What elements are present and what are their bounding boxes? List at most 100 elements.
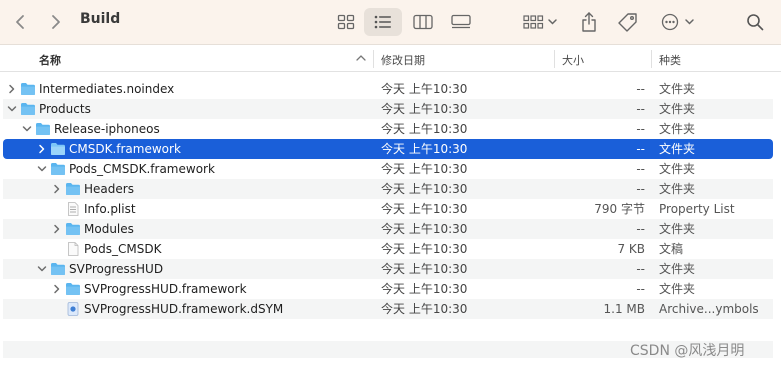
file-name: Intermediates.noindex <box>39 82 175 96</box>
list-item[interactable]: Release-iphoneos 今天 上午10:30 -- 文件夹 <box>3 119 773 139</box>
folder-icon <box>50 162 66 176</box>
chevron-right-icon[interactable] <box>44 8 68 36</box>
list-item[interactable]: Intermediates.noindex 今天 上午10:30 -- 文件夹 <box>3 79 773 99</box>
chevron-down-icon[interactable] <box>6 103 18 115</box>
chevron-down-icon[interactable] <box>21 123 33 135</box>
folder-icon <box>50 262 66 276</box>
file-name: Pods_CMSDK <box>84 242 162 256</box>
file-date: 今天 上午10:30 <box>381 222 468 236</box>
file-size: -- <box>636 82 645 96</box>
file-kind: 文件夹 <box>659 282 696 296</box>
list-item[interactable]: Modules 今天 上午10:30 -- 文件夹 <box>3 219 773 239</box>
file-kind: 文稿 <box>659 242 684 256</box>
file-date: 今天 上午10:30 <box>381 82 468 96</box>
list-item[interactable]: Info.plist 今天 上午10:30 790 字节 Property List <box>3 199 773 219</box>
list-item[interactable]: Headers 今天 上午10:30 -- 文件夹 <box>3 179 773 199</box>
file-name: Info.plist <box>84 202 136 216</box>
file-name: Release-iphoneos <box>54 122 160 136</box>
list-item[interactable]: SVProgressHUD 今天 上午10:30 -- 文件夹 <box>3 259 773 279</box>
file-size: -- <box>636 122 645 136</box>
list-item[interactable]: Pods_CMSDK.framework 今天 上午10:30 -- 文件夹 <box>3 159 773 179</box>
share-icon[interactable] <box>575 8 603 36</box>
file-name: CMSDK.framework <box>69 142 181 156</box>
file-size: -- <box>636 102 645 116</box>
file-size: -- <box>636 182 645 196</box>
folder-icon <box>50 142 66 156</box>
list-item[interactable]: Products 今天 上午10:30 -- 文件夹 <box>3 99 773 119</box>
list-item[interactable]: SVProgressHUD.framework 今天 上午10:30 -- 文件夹 <box>3 279 773 299</box>
chevron-right-icon[interactable] <box>6 83 18 95</box>
column-header-kind[interactable]: 种类 <box>659 52 681 68</box>
icon-view-icon[interactable] <box>331 8 361 36</box>
file-name: SVProgressHUD.framework <box>84 282 247 296</box>
chevron-right-icon[interactable] <box>51 223 63 235</box>
file-date: 今天 上午10:30 <box>381 262 468 276</box>
tag-icon[interactable] <box>614 8 642 36</box>
file-size: -- <box>636 162 645 176</box>
file-name: SVProgressHUD.framework.dSYM <box>84 302 284 316</box>
column-header-date[interactable]: 修改日期 <box>381 52 425 68</box>
column-divider[interactable] <box>651 50 652 68</box>
list-item[interactable]: Pods_CMSDK 今天 上午10:30 7 KB 文稿 <box>3 239 773 259</box>
file-date: 今天 上午10:30 <box>381 302 468 316</box>
file-kind: Property List <box>659 202 735 216</box>
dsym-archive-icon <box>65 302 81 316</box>
file-kind: Archive...ymbols <box>659 302 759 316</box>
file-size: -- <box>636 282 645 296</box>
folder-icon <box>65 182 81 196</box>
folder-icon <box>20 82 36 96</box>
column-header-size[interactable]: 大小 <box>562 52 584 68</box>
gallery-view-icon[interactable] <box>445 8 477 36</box>
folder-icon <box>35 122 51 136</box>
file-size: 1.1 MB <box>603 302 645 316</box>
file-name: SVProgressHUD <box>69 262 164 276</box>
file-kind: 文件夹 <box>659 262 696 276</box>
file-date: 今天 上午10:30 <box>381 162 468 176</box>
file-date: 今天 上午10:30 <box>381 182 468 196</box>
chevron-down-icon[interactable] <box>36 163 48 175</box>
file-size: -- <box>636 222 645 236</box>
column-view-icon[interactable] <box>408 8 438 36</box>
list-item[interactable]: CMSDK.framework 今天 上午10:30 -- 文件夹 <box>3 139 773 159</box>
list-item[interactable]: SVProgressHUD.framework.dSYM 今天 上午10:30 1.… <box>3 299 773 319</box>
list-view-icon[interactable] <box>364 8 402 36</box>
file-size: -- <box>636 142 645 156</box>
file-kind: 文件夹 <box>659 82 696 96</box>
folder-icon <box>65 282 81 296</box>
file-kind: 文件夹 <box>659 182 696 196</box>
group-icon[interactable] <box>520 8 562 36</box>
file-kind: 文件夹 <box>659 162 696 176</box>
file-kind: 文件夹 <box>659 222 696 236</box>
column-divider[interactable] <box>373 50 374 68</box>
chevron-right-icon[interactable] <box>36 143 48 155</box>
file-date: 今天 上午10:30 <box>381 142 468 156</box>
file-date: 今天 上午10:30 <box>381 102 468 116</box>
file-name: Pods_CMSDK.framework <box>69 162 215 176</box>
column-header-row: 名称 修改日期 大小 种类 <box>0 47 781 72</box>
column-divider[interactable] <box>554 50 555 68</box>
file-date: 今天 上午10:30 <box>381 242 468 256</box>
file-name: Headers <box>84 182 134 196</box>
chevron-left-icon[interactable] <box>8 8 32 36</box>
file-kind: 文件夹 <box>659 142 696 156</box>
folder-icon <box>20 102 36 116</box>
sort-chevron-up-icon[interactable] <box>356 52 366 65</box>
more-icon[interactable] <box>658 8 700 36</box>
folder-icon <box>65 222 81 236</box>
window-title: Build <box>80 11 121 27</box>
search-icon[interactable] <box>741 8 769 36</box>
file-date: 今天 上午10:30 <box>381 282 468 296</box>
file-name: Modules <box>84 222 134 236</box>
toolbar: Build <box>0 0 781 45</box>
file-kind: 文件夹 <box>659 102 696 116</box>
chevron-down-icon[interactable] <box>36 263 48 275</box>
chevron-right-icon[interactable] <box>51 183 63 195</box>
file-size: 790 字节 <box>594 202 645 216</box>
file-date: 今天 上午10:30 <box>381 202 468 216</box>
watermark: CSDN @风浅月明 <box>630 343 745 359</box>
file-size: 7 KB <box>617 242 645 256</box>
file-size: -- <box>636 262 645 276</box>
file-kind: 文件夹 <box>659 122 696 136</box>
chevron-right-icon[interactable] <box>51 283 63 295</box>
column-header-name[interactable]: 名称 <box>39 52 61 68</box>
